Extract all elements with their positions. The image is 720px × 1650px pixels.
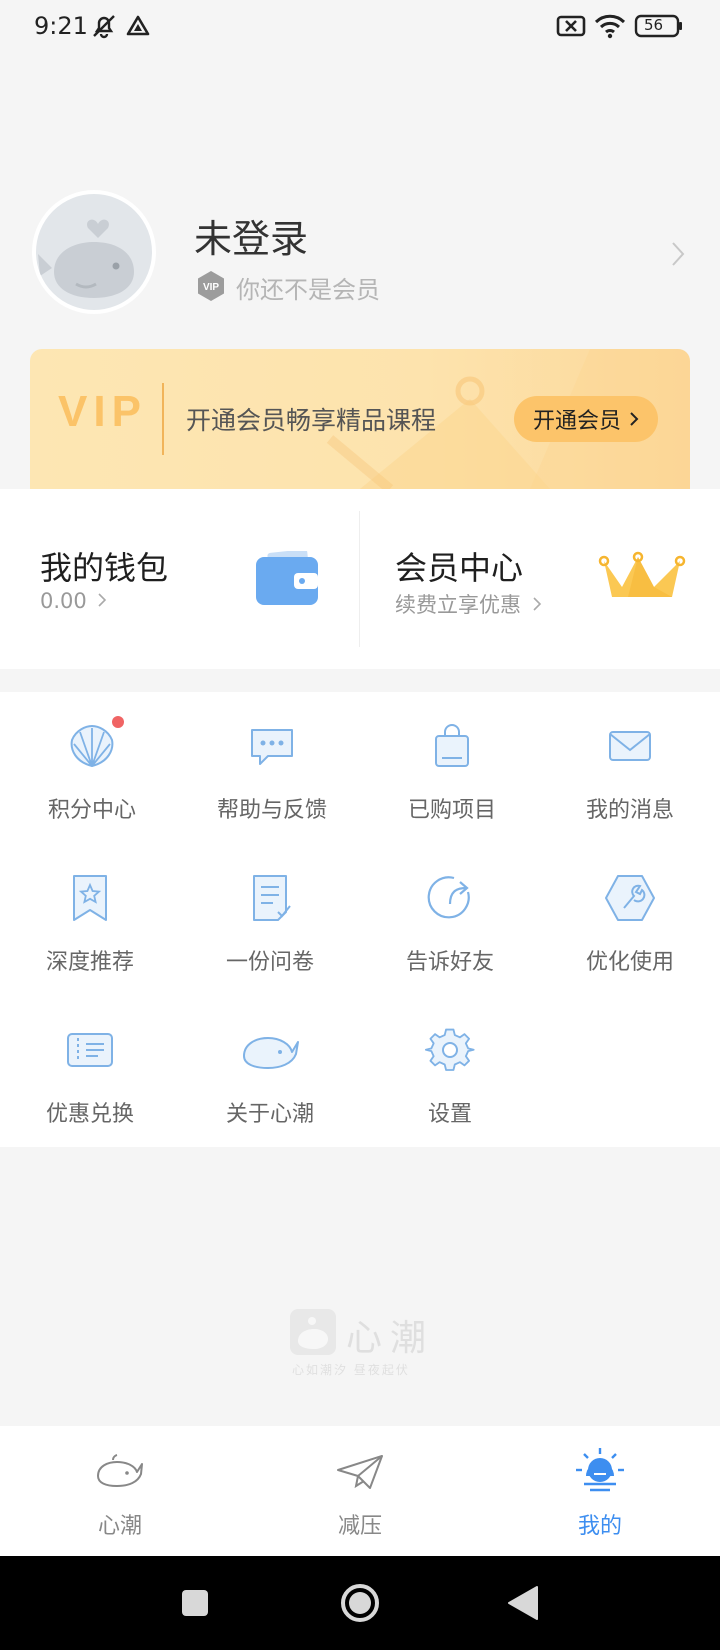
- open-membership-label: 开通会员: [532, 409, 621, 434]
- paper-plane-icon: [336, 1452, 384, 1496]
- feature-grid: 积分中心 帮助与反馈 已购项目 我的消息 深度推荐 一份问卷 告诉好友 优化使用…: [0, 692, 720, 1147]
- whale-icon: [95, 1452, 145, 1496]
- whale-avatar-icon: [38, 219, 134, 298]
- grid-item-tell-friends[interactable]: 告诉好友: [360, 844, 540, 994]
- battery-level: 56: [644, 16, 664, 34]
- my-wallet-card[interactable]: 我的钱包 0.00: [0, 489, 359, 669]
- brand-slogan: 心如潮汐 昼夜起伏: [292, 1363, 410, 1377]
- grid-item-about[interactable]: 关于心潮: [180, 996, 360, 1146]
- grid-item-label: 关于心潮: [225, 1102, 314, 1127]
- questionnaire-icon: [244, 872, 296, 924]
- wallet-icon: [254, 549, 320, 611]
- member-center-card[interactable]: 会员中心 续费立享优惠: [360, 489, 720, 669]
- brand-name: 心潮: [346, 1318, 435, 1359]
- square-icon: [182, 1590, 208, 1616]
- member-center-subtitle: 续费立享优惠: [395, 589, 542, 619]
- chevron-right-icon: [533, 597, 541, 611]
- grid-item-recommend[interactable]: 深度推荐: [0, 844, 180, 994]
- grid-item-points-center[interactable]: 积分中心: [2, 692, 182, 842]
- recent-apps-button[interactable]: [160, 1556, 230, 1650]
- grid-item-questionnaire[interactable]: 一份问卷: [180, 844, 360, 994]
- wifi-icon: [594, 13, 626, 43]
- bottom-nav: 心潮 减压 我的: [0, 1426, 720, 1556]
- triangle-back-icon: [508, 1586, 538, 1620]
- member-center-subtitle-text: 续费立享优惠: [395, 593, 521, 617]
- vip-logo: VIP: [58, 387, 147, 436]
- brand-logo-icon: [290, 1309, 336, 1355]
- nav-label: 我的: [577, 1514, 622, 1539]
- nav-label: 减压: [337, 1514, 382, 1539]
- nav-tab-relax[interactable]: 减压: [240, 1426, 480, 1556]
- avatar[interactable]: [32, 190, 156, 314]
- no-sim-icon: [556, 14, 586, 42]
- wallet-balance: 0.00: [40, 589, 107, 613]
- shell-icon: [66, 720, 118, 772]
- shopping-bag-icon: [426, 720, 478, 772]
- brand-watermark: 心潮 心如潮汐 昼夜起伏: [290, 1305, 440, 1377]
- vip-promo-text: 开通会员畅享精品课程: [186, 406, 437, 435]
- grid-item-label: 优化使用: [585, 950, 674, 975]
- grid-item-label: 深度推荐: [45, 950, 134, 975]
- drive-icon: [126, 15, 150, 41]
- chevron-right-icon: [98, 593, 107, 607]
- chat-bubble-icon: [246, 720, 298, 772]
- bell-off-icon: [90, 12, 118, 44]
- bookmark-star-icon: [64, 872, 116, 924]
- grid-item-label: 积分中心: [47, 798, 136, 823]
- nav-tab-xinchao[interactable]: 心潮: [0, 1426, 240, 1556]
- battery-icon: 56: [634, 14, 684, 42]
- gear-icon: [424, 1024, 476, 1076]
- sunrise-icon: [574, 1446, 626, 1496]
- vip-hexagon-icon: VIP: [196, 270, 226, 306]
- grid-item-purchased[interactable]: 已购项目: [362, 692, 542, 842]
- grid-item-label: 设置: [427, 1102, 472, 1127]
- wallet-balance-value: 0.00: [40, 589, 87, 613]
- crown-icon: [598, 551, 686, 605]
- grid-item-label: 我的消息: [585, 798, 674, 823]
- nav-label: 心潮: [97, 1514, 142, 1539]
- member-center-title: 会员中心: [395, 549, 524, 587]
- grid-item-label: 已购项目: [407, 798, 496, 823]
- chevron-right-icon: [630, 412, 639, 426]
- status-bar: 9:21 56: [0, 0, 720, 56]
- grid-item-coupon[interactable]: 优惠兑换: [0, 996, 180, 1146]
- share-icon: [424, 872, 476, 924]
- nav-tab-mine[interactable]: 我的: [480, 1426, 720, 1556]
- login-status[interactable]: 未登录: [194, 208, 308, 263]
- vip-divider: [162, 383, 164, 455]
- grid-item-help-feedback[interactable]: 帮助与反馈: [182, 692, 362, 842]
- membership-status: 你还不是会员: [236, 276, 380, 304]
- status-time: 9:21: [34, 12, 88, 40]
- vip-badge-text: VIP: [203, 282, 219, 293]
- profile-header[interactable]: 未登录 VIP 你还不是会员: [0, 180, 720, 320]
- wrench-icon: [604, 872, 656, 924]
- open-membership-button[interactable]: 开通会员: [514, 396, 658, 442]
- grid-item-settings[interactable]: 设置: [360, 996, 540, 1146]
- whale-icon: [240, 1024, 300, 1076]
- notification-dot: [112, 716, 124, 728]
- circle-icon: [341, 1584, 379, 1622]
- grid-item-label: 告诉好友: [405, 950, 494, 975]
- grid-item-label: 优惠兑换: [45, 1102, 134, 1127]
- back-button[interactable]: [488, 1556, 558, 1650]
- envelope-icon: [604, 720, 656, 772]
- grid-item-optimize[interactable]: 优化使用: [540, 844, 720, 994]
- system-nav-bar: [0, 1556, 720, 1650]
- grid-item-label: 帮助与反馈: [216, 798, 327, 823]
- home-button[interactable]: [325, 1556, 395, 1650]
- chevron-right-icon[interactable]: [670, 240, 686, 272]
- vip-banner[interactable]: VIP 开通会员畅享精品课程 开通会员: [30, 349, 690, 489]
- wallet-title: 我的钱包: [40, 549, 169, 587]
- grid-item-messages[interactable]: 我的消息: [540, 692, 720, 842]
- coupon-icon: [64, 1024, 116, 1076]
- wallet-row: 我的钱包 0.00 会员中心 续费立享优惠: [0, 489, 720, 669]
- grid-item-label: 一份问卷: [225, 950, 314, 975]
